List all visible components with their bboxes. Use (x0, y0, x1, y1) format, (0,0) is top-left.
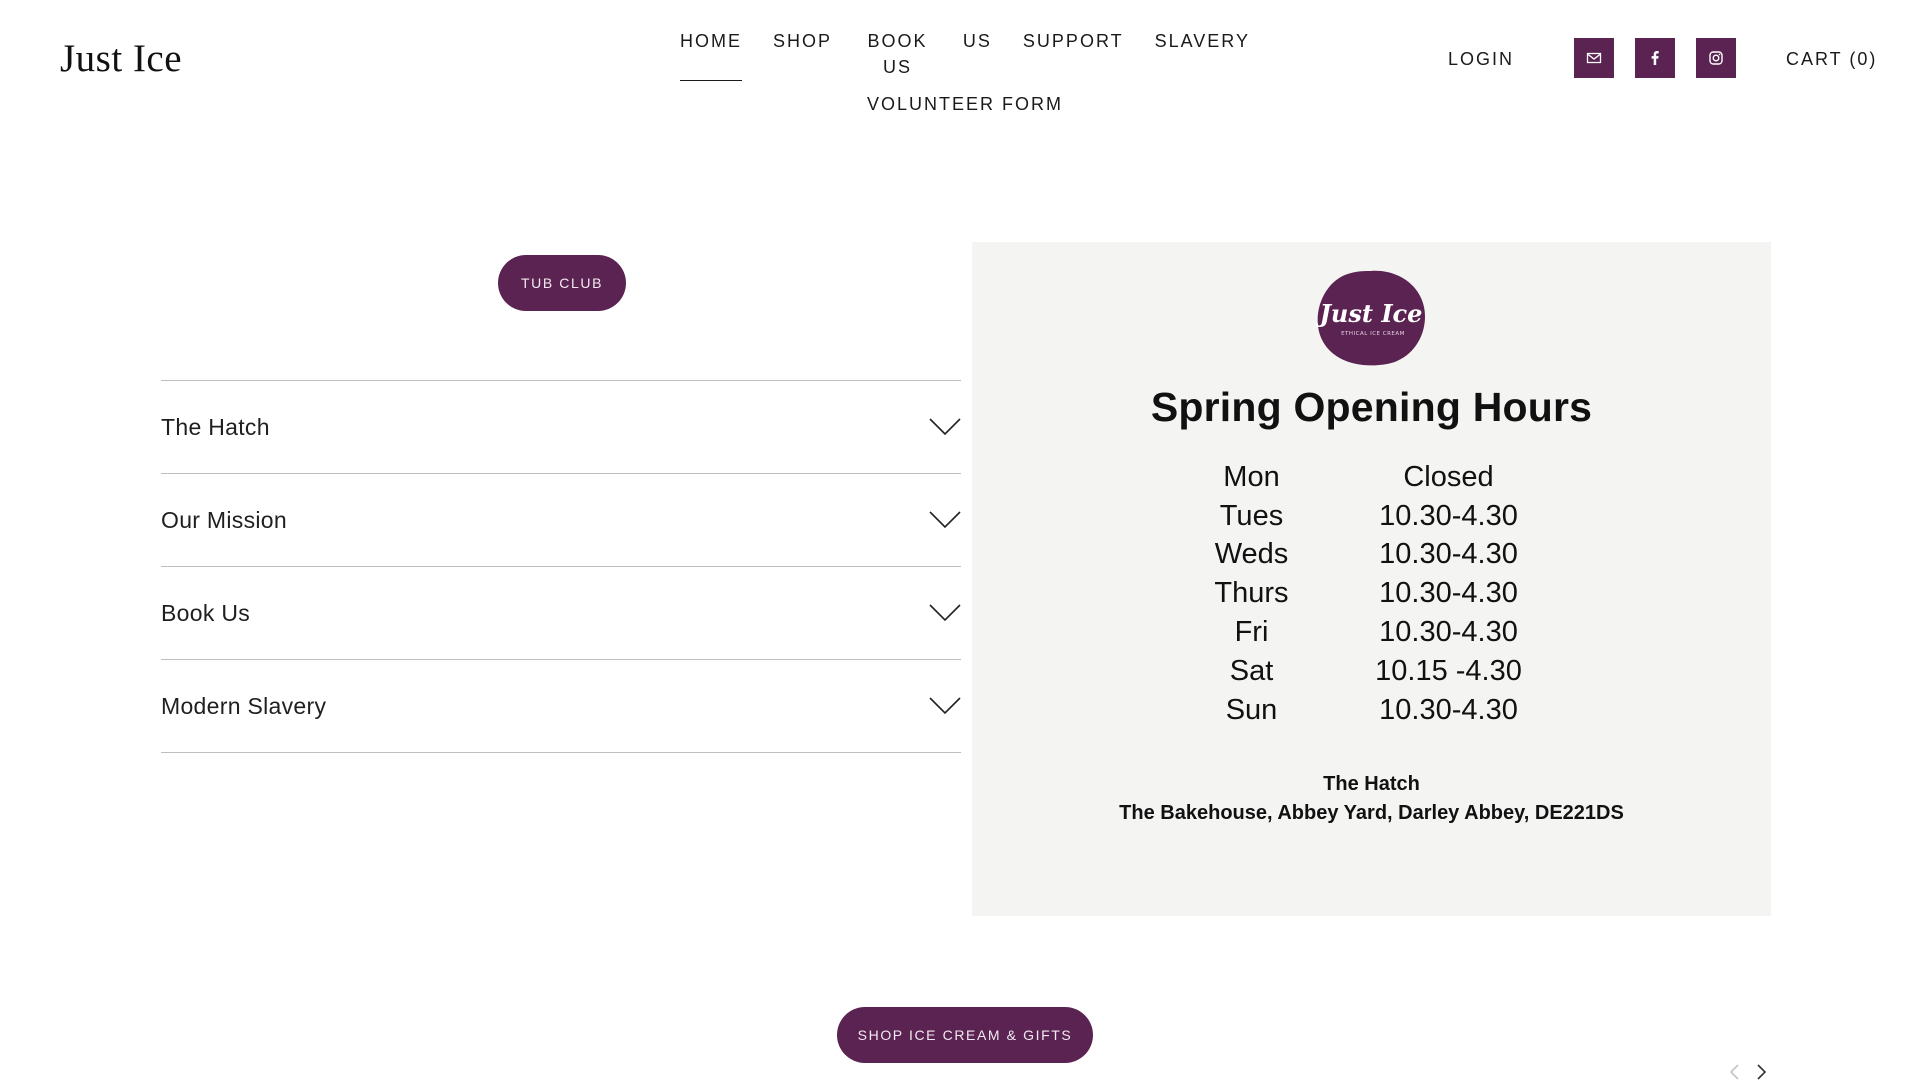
hours-day: Fri (1234, 616, 1269, 649)
nav-book-us[interactable]: BOOK US (863, 28, 932, 81)
hatch-address: The Hatch The Bakehouse, Abbey Yard, Dar… (972, 770, 1771, 828)
hours-day: Mon (1223, 460, 1280, 493)
nav-row-secondary: VOLUNTEER FORM (680, 91, 1250, 118)
chevron-down-icon (929, 603, 961, 623)
accordion-label: Our Mission (161, 506, 287, 533)
nav-row-primary: HOME SHOP BOOK US US SUPPORT SLAVERY (680, 28, 1250, 81)
opening-hours-panel: Just Ice ETHICAL ICE CREAM Spring Openin… (972, 242, 1771, 916)
mail-icon[interactable] (1574, 38, 1614, 78)
hours-time: 10.30-4.30 (1379, 577, 1518, 610)
accordion-label: Book Us (161, 599, 251, 626)
hours-time: Closed (1403, 460, 1494, 493)
hours-time: 10.30-4.30 (1379, 616, 1518, 649)
hours-row: Sat 10.15 -4.30 (1172, 652, 1572, 691)
hours-day: Sun (1225, 693, 1278, 726)
site-logo[interactable]: Just Ice (60, 36, 182, 81)
facebook-icon[interactable] (1635, 38, 1675, 78)
hours-row: Fri 10.30-4.30 (1172, 613, 1572, 652)
login-link[interactable]: LOGIN (1448, 46, 1514, 72)
nav-support[interactable]: SUPPORT (1023, 28, 1124, 81)
hours-row: Tues 10.30-4.30 (1172, 497, 1572, 536)
instagram-icon[interactable] (1696, 38, 1736, 78)
chevron-right-icon[interactable] (1756, 1064, 1768, 1080)
accordion-the-hatch[interactable]: The Hatch (161, 381, 961, 474)
cart-link[interactable]: CART (0) (1786, 46, 1877, 72)
hours-time: 10.30-4.30 (1379, 499, 1518, 532)
hours-time: 10.30-4.30 (1379, 693, 1518, 726)
accordion-label: The Hatch (161, 413, 270, 440)
mail-icon-glyph (1586, 52, 1602, 64)
hours-day: Thurs (1214, 577, 1289, 610)
hours-row: Weds 10.30-4.30 (1172, 536, 1572, 575)
facebook-icon-glyph (1651, 51, 1659, 65)
main-nav: HOME SHOP BOOK US US SUPPORT SLAVERY VOL… (680, 28, 1250, 118)
accordion-modern-slavery[interactable]: Modern Slavery (161, 660, 961, 753)
hours-day: Tues (1219, 499, 1284, 532)
chevron-left-icon[interactable] (1728, 1064, 1740, 1080)
nav-slavery[interactable]: SLAVERY (1155, 28, 1250, 81)
nav-shop[interactable]: SHOP (773, 28, 832, 81)
hours-row: Sun 10.30-4.30 (1172, 691, 1572, 730)
chevron-down-icon (929, 417, 961, 437)
hours-table: Mon Closed Tues 10.30-4.30 Weds 10.30-4.30 … (1172, 458, 1572, 730)
hours-row: Mon Closed (1172, 458, 1572, 497)
chevron-down-icon (929, 510, 961, 530)
hours-title: Spring Opening Hours (1150, 384, 1593, 430)
address-street: The Bakehouse, Abbey Yard, Darley Abbey,… (1119, 802, 1624, 824)
nav-volunteer-form[interactable]: VOLUNTEER FORM (867, 91, 1063, 118)
nav-home[interactable]: HOME (680, 28, 742, 81)
hours-row: Thurs 10.30-4.30 (1172, 574, 1572, 613)
hours-day: Sat (1229, 654, 1274, 687)
shop-ice-cream-button[interactable]: SHOP ICE CREAM & GIFTS (837, 1007, 1093, 1063)
instagram-icon-glyph (1709, 51, 1723, 65)
hours-time: 10.15 -4.30 (1375, 654, 1522, 687)
logo-badge-text: Just Ice (1316, 299, 1423, 328)
hours-day: Weds (1214, 538, 1289, 571)
accordion-our-mission[interactable]: Our Mission (161, 474, 961, 567)
accordion-book-us[interactable]: Book Us (161, 567, 961, 660)
hours-time: 10.30-4.30 (1379, 538, 1518, 571)
chevron-down-icon (929, 696, 961, 716)
tub-club-button[interactable]: TUB CLUB (498, 255, 626, 311)
info-accordion: The Hatch Our Mission Book Us Modern Sla… (161, 380, 961, 753)
logo-badge-subtext: ETHICAL ICE CREAM (1341, 331, 1405, 337)
accordion-label: Modern Slavery (161, 692, 327, 719)
nav-us[interactable]: US (963, 28, 992, 81)
address-name: The Hatch (1323, 773, 1420, 795)
just-ice-logo-badge: Just Ice ETHICAL ICE CREAM (1316, 270, 1425, 366)
